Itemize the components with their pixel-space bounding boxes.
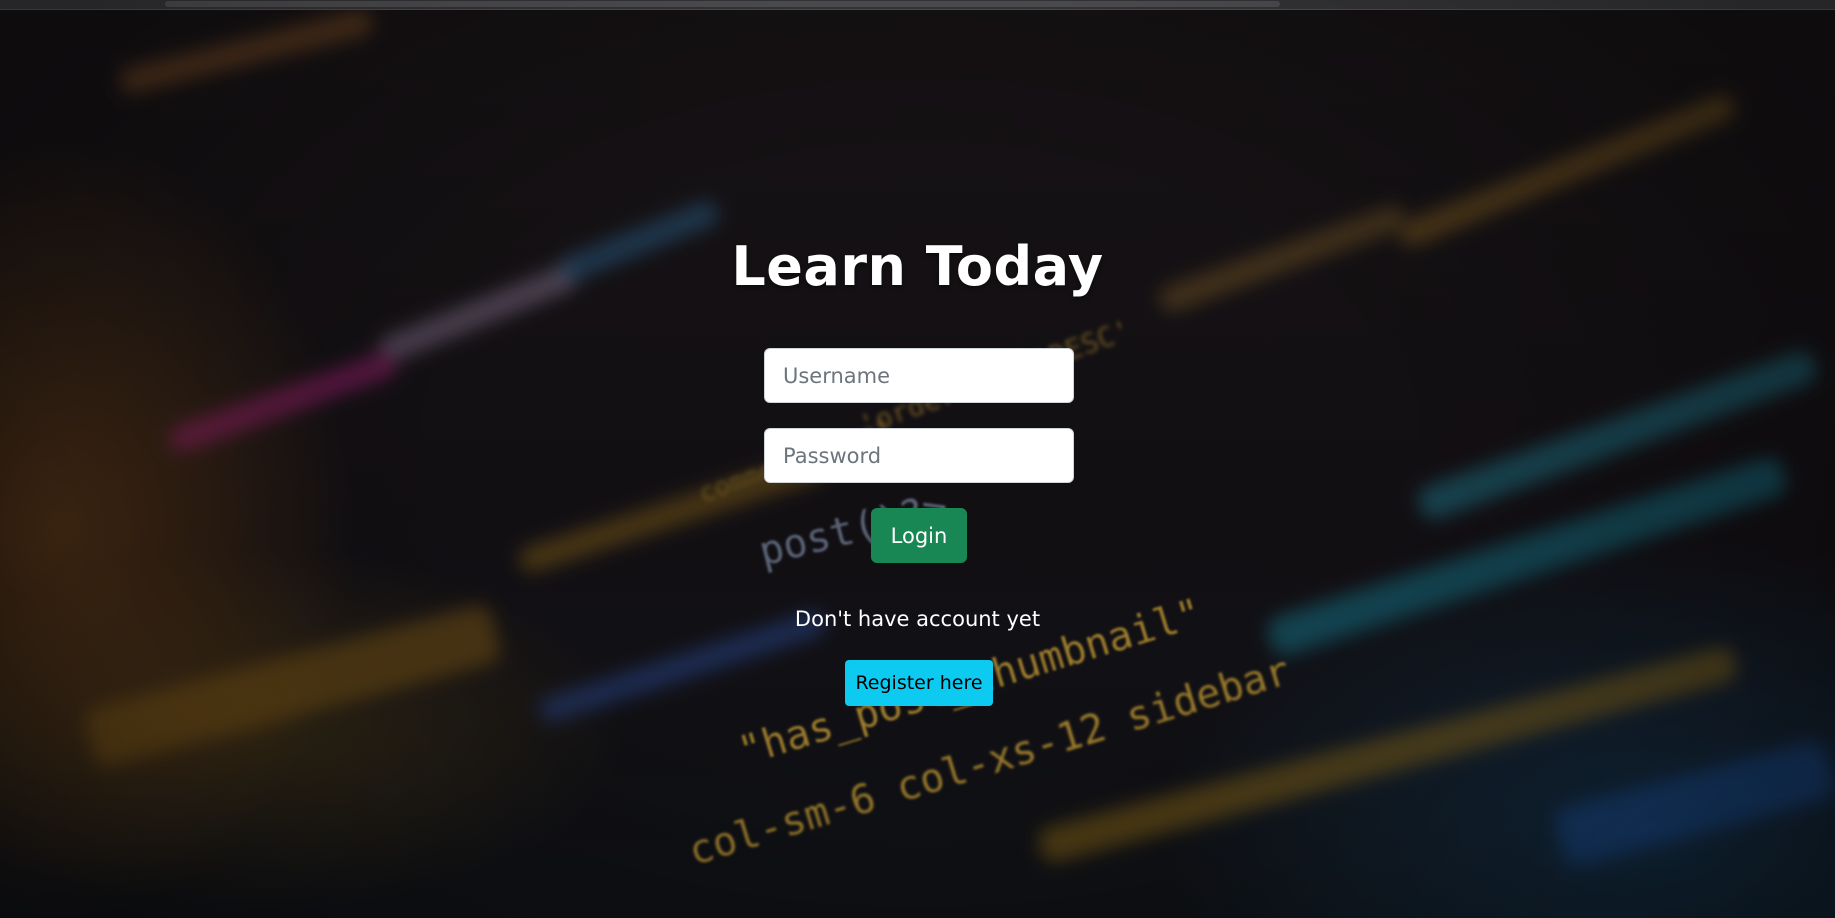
register-button[interactable]: Register here — [845, 660, 993, 706]
login-page: post()?> "has_post_thumbnail" col-sm-6 c… — [0, 0, 1835, 918]
login-button[interactable]: Login — [871, 508, 967, 563]
no-account-text: Don't have account yet — [794, 607, 1041, 631]
page-title: Learn Today — [731, 235, 1104, 298]
password-input[interactable] — [764, 428, 1074, 483]
username-input[interactable] — [764, 348, 1074, 403]
login-form: Learn Today Login Don't have account yet… — [0, 0, 1835, 918]
